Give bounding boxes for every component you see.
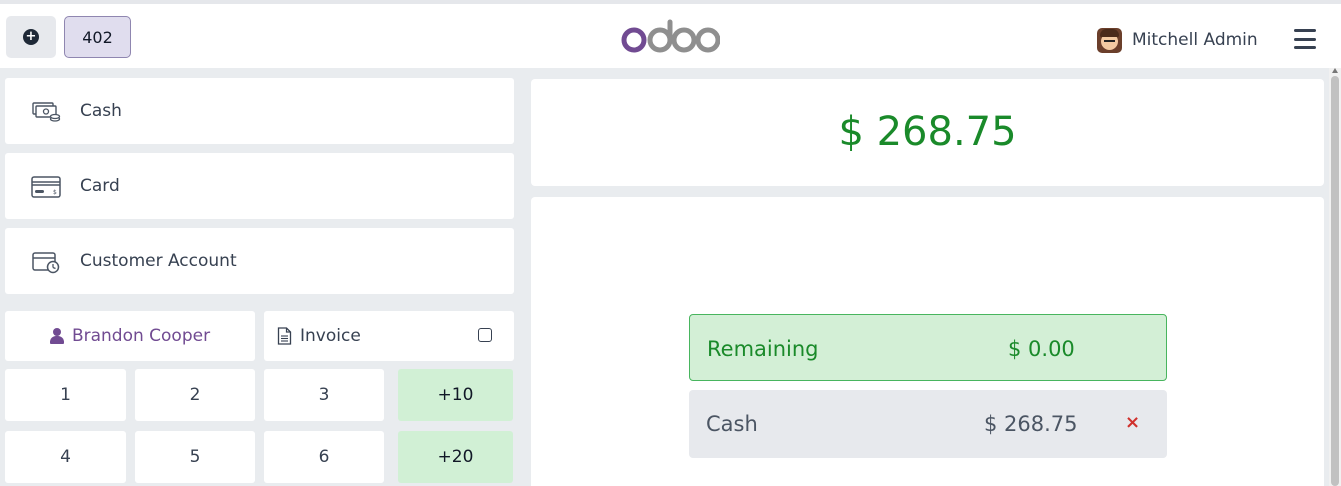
person-icon [49, 328, 64, 344]
payment-method-card[interactable]: $ Card [5, 153, 514, 219]
total-amount: $ 268.75 [838, 109, 1017, 155]
top-navbar: + 402 Mitchell Admin [0, 0, 1341, 68]
new-order-button[interactable]: + [6, 16, 56, 58]
payment-method-label: Card [80, 176, 120, 196]
numpad-key-2[interactable]: 2 [135, 369, 255, 421]
numpad-key-5[interactable]: 5 [135, 431, 255, 483]
payment-method-label: Cash [80, 101, 122, 121]
user-menu[interactable]: Mitchell Admin [1097, 26, 1258, 54]
payment-method-customer-account[interactable]: Customer Account [5, 228, 514, 294]
customer-account-icon [32, 252, 60, 274]
scrollbar-thumb[interactable] [1331, 76, 1339, 486]
customer-name: Brandon Cooper [71, 326, 211, 346]
remaining-amount: $ 0.00 [1008, 337, 1075, 361]
customer-button[interactable]: Brandon Cooper [5, 311, 255, 361]
remaining-label: Remaining [707, 337, 819, 361]
numpad-key-4[interactable]: 4 [5, 431, 126, 483]
plus-circle-icon: + [23, 29, 39, 45]
payment-line-label: Cash [706, 412, 758, 436]
payment-line-amount: $ 268.75 [984, 412, 1078, 436]
numpad-key-6[interactable]: 6 [264, 431, 384, 483]
total-due-panel: $ 268.75 [531, 79, 1324, 186]
order-tab[interactable]: 402 [64, 16, 131, 58]
payment-line-cash[interactable]: Cash $ 268.75 × [689, 390, 1167, 458]
svg-text:$: $ [53, 189, 57, 196]
card-icon: $ [31, 176, 61, 198]
numpad-key-1[interactable]: 1 [5, 369, 126, 421]
hamburger-menu-icon[interactable] [1294, 29, 1316, 49]
odoo-logo [621, 19, 720, 53]
scroll-up-arrow-icon[interactable] [1332, 68, 1338, 73]
numpad-key-3[interactable]: 3 [264, 369, 384, 421]
payment-method-label: Customer Account [80, 251, 237, 271]
invoice-toggle-button[interactable]: Invoice [264, 311, 514, 361]
user-name: Mitchell Admin [1132, 30, 1258, 50]
remaining-row: Remaining $ 0.00 [689, 314, 1167, 381]
invoice-checkbox[interactable] [478, 328, 492, 342]
document-icon [277, 327, 292, 345]
cash-icon [32, 102, 61, 122]
quick-add-20-button[interactable]: +20 [398, 431, 513, 483]
scrollbar[interactable] [1329, 68, 1341, 486]
payment-method-cash[interactable]: Cash [5, 78, 514, 144]
invoice-label: Invoice [300, 326, 361, 346]
avatar [1097, 27, 1122, 53]
quick-add-10-button[interactable]: +10 [398, 369, 513, 421]
delete-payment-icon[interactable]: × [1125, 412, 1140, 433]
